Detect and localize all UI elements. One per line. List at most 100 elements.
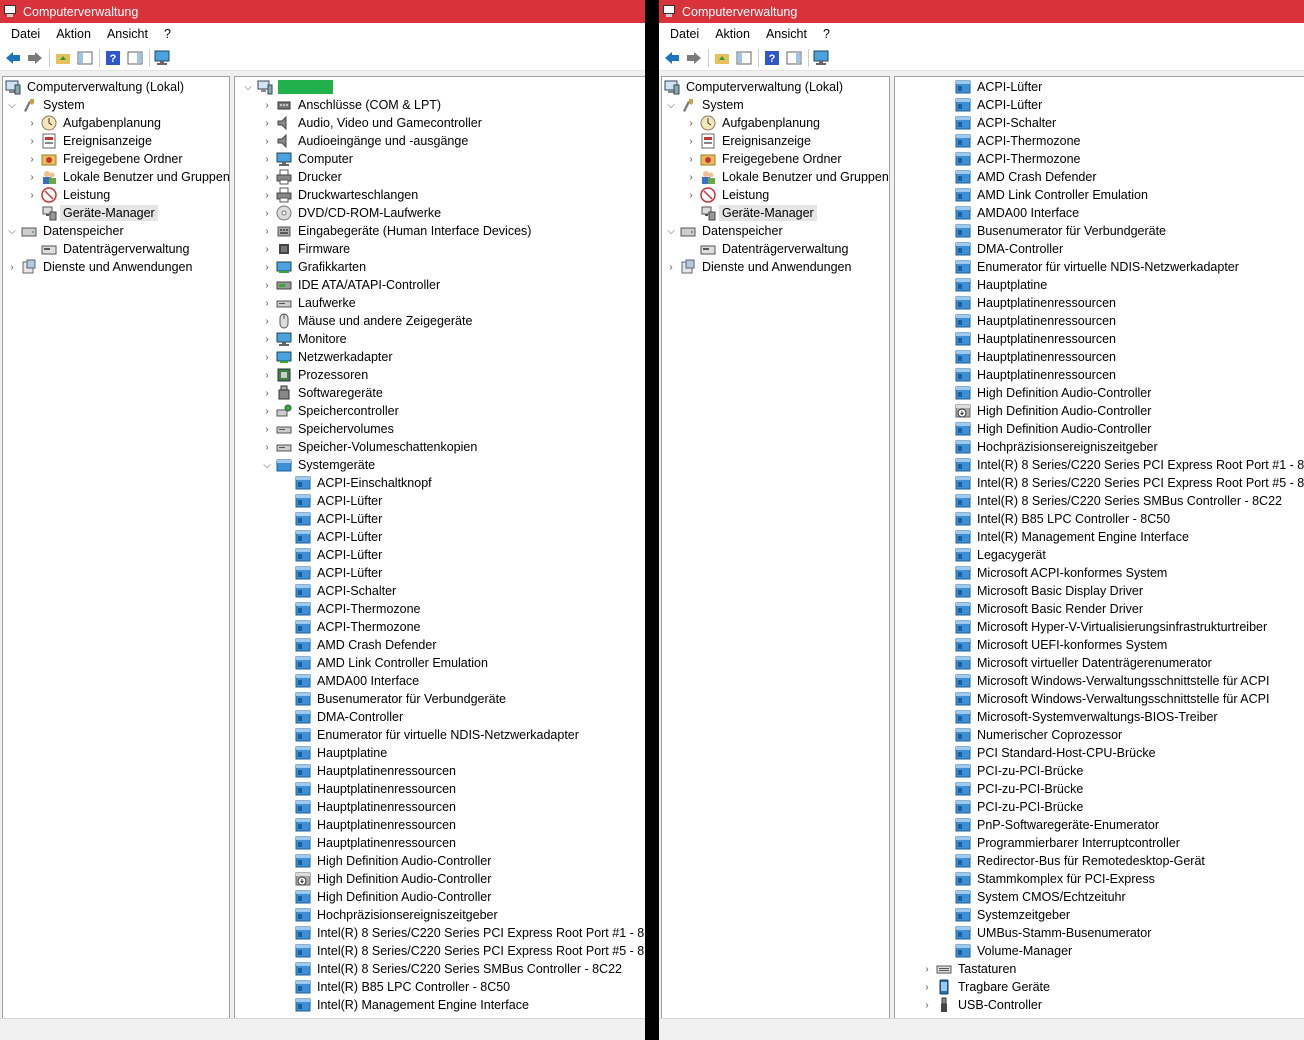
device-category[interactable]: › Drucker (260, 168, 345, 186)
menu-ansicht[interactable]: Ansicht (758, 27, 815, 41)
expand-chevron-icon[interactable]: › (260, 276, 274, 294)
device-category[interactable]: › Monitore (260, 330, 350, 348)
system-device-item[interactable]: Enumerator für virtuelle NDIS-Netzwerkad… (939, 258, 1242, 276)
expand-chevron-icon[interactable]: › (260, 348, 274, 366)
back-button[interactable] (663, 49, 681, 67)
nav-datenspeicher[interactable]: ⌵ Datenspeicher (5, 222, 127, 240)
expand-chevron-icon[interactable]: › (260, 438, 274, 456)
device-category[interactable]: › Mäuse und andere Zeigegeräte (260, 312, 475, 330)
system-device-item[interactable]: Hauptplatinenressourcen (279, 816, 459, 834)
system-device-item[interactable]: ACPI-Schalter (279, 582, 399, 600)
device-category[interactable]: › Speichercontroller (260, 402, 402, 420)
expand-chevron-icon[interactable]: › (25, 186, 39, 204)
expand-chevron-icon[interactable]: › (25, 132, 39, 150)
device-category[interactable]: › Speicher-Volumeschattenkopien (260, 438, 480, 456)
system-device-item[interactable]: ACPI-Lüfter (279, 546, 385, 564)
system-device-item[interactable]: AMDA00 Interface (279, 672, 422, 690)
collapse-chevron-icon[interactable]: ⌵ (664, 222, 678, 240)
nav-datenspeicher[interactable]: ⌵ Datenspeicher (664, 222, 786, 240)
scan-hardware-button[interactable] (154, 49, 172, 67)
system-device-item[interactable]: Intel(R) B85 LPC Controller - 8C50 (939, 510, 1173, 528)
nav-dienste[interactable]: › Dienste und Anwendungen (5, 258, 195, 276)
nav-root[interactable]: Computerverwaltung (Lokal) (3, 78, 187, 96)
device-category[interactable]: › Firmware (260, 240, 353, 258)
system-device-item[interactable]: Numerischer Coprozessor (939, 726, 1125, 744)
expand-chevron-icon[interactable]: › (260, 114, 274, 132)
expand-chevron-icon[interactable]: › (260, 312, 274, 330)
system-device-item[interactable]: Hauptplatinenressourcen (939, 348, 1119, 366)
collapse-chevron-icon[interactable]: ⌵ (664, 96, 678, 114)
nav-aufgabenplanung[interactable]: › Aufgabenplanung (684, 114, 823, 132)
system-device-item[interactable]: High Definition Audio-Controller (939, 402, 1154, 420)
device-category[interactable]: › IDE ATA/ATAPI-Controller (260, 276, 443, 294)
device-category[interactable]: › Eingabegeräte (Human Interface Devices) (260, 222, 534, 240)
menu-help[interactable]: ? (815, 27, 838, 41)
system-device-item[interactable]: PCI-zu-PCI-Brücke (939, 798, 1086, 816)
device-category[interactable]: › Grafikkarten (260, 258, 369, 276)
device-category[interactable]: › Tragbare Geräte (920, 978, 1053, 996)
nav-geraete-manager[interactable]: Geräte-Manager (684, 204, 817, 222)
expand-chevron-icon[interactable]: › (25, 114, 39, 132)
system-device-item[interactable]: Systemzeitgeber (939, 906, 1073, 924)
system-device-item[interactable]: ACPI-Einschaltknopf (279, 474, 435, 492)
device-category[interactable]: › Audio, Video und Gamecontroller (260, 114, 485, 132)
system-device-item[interactable]: High Definition Audio-Controller (279, 888, 494, 906)
device-category-systemgeraete[interactable]: ⌵ Systemgeräte (260, 456, 378, 474)
system-device-item[interactable]: ACPI-Lüfter (279, 492, 385, 510)
menu-aktion[interactable]: Aktion (707, 27, 758, 41)
system-device-item[interactable]: Microsoft Windows-Verwaltungsschnittstel… (939, 672, 1272, 690)
system-device-item[interactable]: ACPI-Thermozone (279, 600, 424, 618)
system-device-item[interactable]: Microsoft Windows-Verwaltungsschnittstel… (939, 690, 1272, 708)
system-device-item[interactable]: Hauptplatinenressourcen (939, 366, 1119, 384)
expand-chevron-icon[interactable]: › (684, 132, 698, 150)
system-device-item[interactable]: Microsoft Basic Display Driver (939, 582, 1146, 600)
nav-lokale-benutzer[interactable]: › Lokale Benutzer und Gruppen (684, 168, 889, 186)
system-device-item[interactable]: Hauptplatinenressourcen (939, 330, 1119, 348)
expand-chevron-icon[interactable]: › (260, 150, 274, 168)
system-device-item[interactable]: Intel(R) Management Engine Interface (279, 996, 532, 1014)
expand-chevron-icon[interactable]: › (260, 204, 274, 222)
collapse-chevron-icon[interactable]: ⌵ (241, 78, 255, 96)
system-device-item[interactable]: Intel(R) 8 Series/C220 Series SMBus Cont… (279, 960, 625, 978)
system-device-item[interactable]: Hochpräzisionsereigniszeitgeber (279, 906, 501, 924)
expand-chevron-icon[interactable]: › (684, 168, 698, 186)
system-device-item[interactable]: Hauptplatinenressourcen (939, 312, 1119, 330)
system-device-item[interactable]: Hauptplatinenressourcen (939, 294, 1119, 312)
system-device-item[interactable]: Intel(R) 8 Series/C220 Series PCI Expres… (939, 474, 1304, 492)
expand-chevron-icon[interactable]: › (260, 240, 274, 258)
system-device-item[interactable]: Microsoft virtueller Datenträgerenumerat… (939, 654, 1215, 672)
nav-root[interactable]: Computerverwaltung (Lokal) (662, 78, 846, 96)
expand-chevron-icon[interactable]: › (920, 960, 934, 978)
system-device-item[interactable]: AMDA00 Interface (939, 204, 1082, 222)
system-device-item[interactable]: Hauptplatinenressourcen (279, 762, 459, 780)
system-device-item[interactable]: Microsoft Basic Render Driver (939, 600, 1146, 618)
nav-geraete-manager[interactable]: Geräte-Manager (25, 204, 158, 222)
collapse-chevron-icon[interactable]: ⌵ (5, 96, 19, 114)
nav-lokale-benutzer[interactable]: › Lokale Benutzer und Gruppen (25, 168, 229, 186)
system-device-item[interactable]: Hauptplatinenressourcen (279, 780, 459, 798)
expand-chevron-icon[interactable]: › (25, 150, 39, 168)
system-device-item[interactable]: Intel(R) 8 Series/C220 Series SMBus Cont… (939, 492, 1285, 510)
expand-chevron-icon[interactable]: › (5, 258, 19, 276)
expand-chevron-icon[interactable]: › (260, 384, 274, 402)
system-device-item[interactable]: Hauptplatine (279, 744, 390, 762)
forward-button[interactable] (685, 49, 703, 67)
expand-chevron-icon[interactable]: › (664, 258, 678, 276)
system-device-item[interactable]: Programmierbarer Interruptcontroller (939, 834, 1183, 852)
system-device-item[interactable]: Microsoft-Systemverwaltungs-BIOS-Treiber (939, 708, 1221, 726)
system-device-item[interactable]: Intel(R) 8 Series/C220 Series PCI Expres… (939, 456, 1304, 474)
device-category[interactable]: › Prozessoren (260, 366, 371, 384)
system-device-item[interactable]: AMD Crash Defender (279, 636, 440, 654)
nav-freigegebene-ordner[interactable]: › Freigegebene Ordner (684, 150, 845, 168)
menu-aktion[interactable]: Aktion (48, 27, 99, 41)
show-hide-console-tree-button[interactable] (735, 49, 753, 67)
expand-chevron-icon[interactable]: › (260, 330, 274, 348)
nav-system[interactable]: ⌵ System (5, 96, 88, 114)
system-device-item[interactable]: Busenumerator für Verbundgeräte (279, 690, 509, 708)
system-device-item[interactable]: DMA-Controller (279, 708, 406, 726)
system-device-item[interactable]: PCI-zu-PCI-Brücke (939, 762, 1086, 780)
show-hide-console-tree-button[interactable] (76, 49, 94, 67)
up-folder-button[interactable] (54, 49, 72, 67)
device-category[interactable]: › DVD/CD-ROM-Laufwerke (260, 204, 444, 222)
system-device-item[interactable]: ACPI-Lüfter (279, 510, 385, 528)
